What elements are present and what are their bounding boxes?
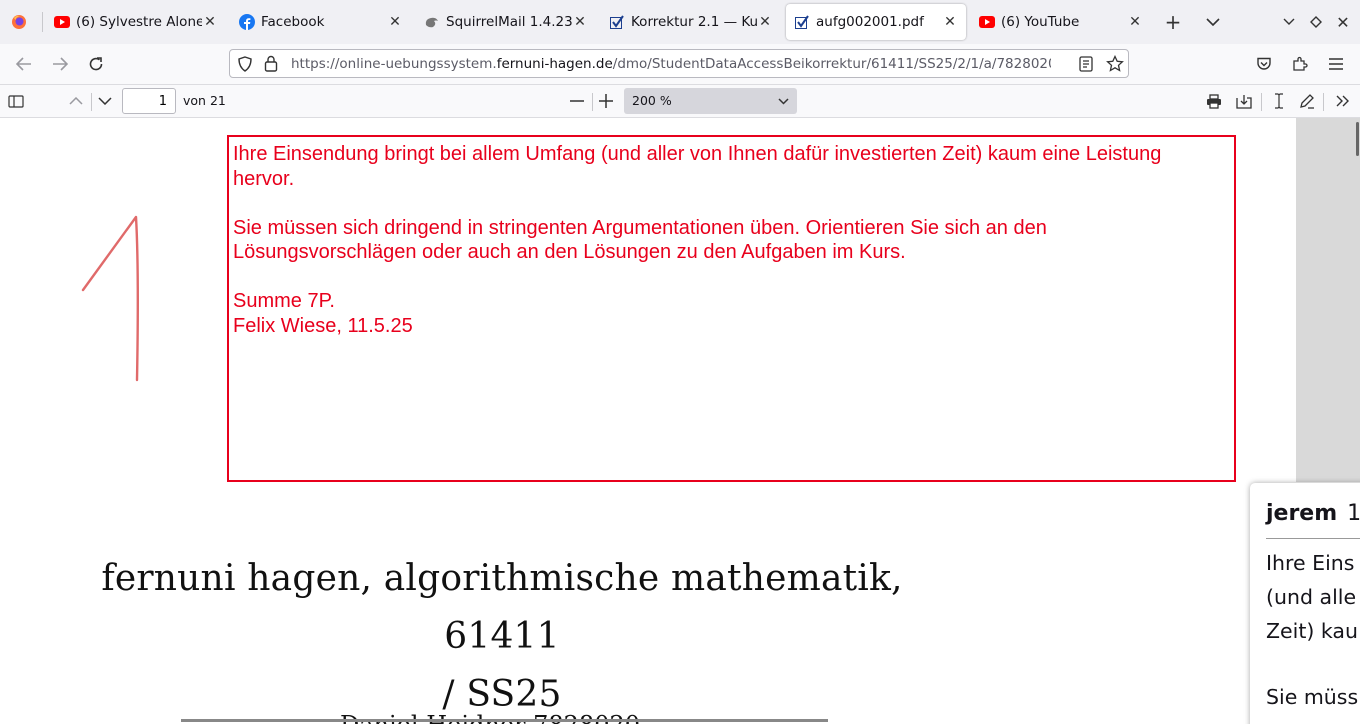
close-tab-icon[interactable]: ✕ (387, 14, 403, 30)
comment-line: Zeit) kau (1266, 619, 1358, 643)
comment-author-name: jerem (1266, 501, 1338, 526)
tracking-protection-shield-icon[interactable] (237, 56, 253, 76)
list-all-tabs-icon[interactable] (1199, 8, 1227, 36)
close-tab-icon[interactable]: ✕ (572, 14, 588, 30)
comment-divider (1266, 538, 1360, 539)
tools-overflow-icon[interactable] (1331, 89, 1355, 113)
new-tab-icon[interactable]: + (1159, 8, 1187, 36)
close-tab-icon[interactable]: ✕ (1127, 14, 1143, 30)
document-rule (181, 719, 828, 722)
checkmark-icon (794, 14, 810, 30)
forward-arrow-icon[interactable] (46, 50, 74, 78)
window-restore-icon[interactable] (1302, 8, 1330, 36)
chevron-down-icon (778, 88, 789, 114)
handwritten-mark (81, 215, 139, 382)
tab-korrektur[interactable]: Korrektur 2.1 — Kur ✕ (601, 4, 781, 40)
navigation-toolbar: https://online-uebungssystem.fernuni-hag… (0, 44, 1360, 85)
annotation-sum: Summe 7P. (233, 290, 335, 312)
comment-line: Sie müss (1266, 685, 1359, 709)
facebook-icon (239, 14, 255, 30)
document-title-line1: fernuni hagen, algorithmische mathematik… (101, 558, 903, 657)
tab-title: (6) YouTube (1001, 14, 1080, 30)
squirrelmail-icon (424, 14, 440, 30)
reload-icon[interactable] (82, 50, 110, 78)
document-title: fernuni hagen, algorithmische mathematik… (47, 550, 957, 724)
bookmark-star-icon[interactable] (1106, 54, 1124, 77)
tab-aufg-pdf[interactable]: aufg002001.pdf ✕ (786, 4, 966, 40)
draw-pen-icon[interactable] (1295, 89, 1319, 113)
lock-icon[interactable] (264, 55, 278, 76)
print-icon[interactable] (1202, 89, 1226, 113)
youtube-icon (54, 14, 70, 30)
close-tab-icon[interactable]: ✕ (202, 14, 218, 30)
hamburger-menu-icon[interactable] (1322, 50, 1350, 78)
pdf-toolbar: von 21 200 % (0, 85, 1360, 118)
zoom-value: 200 % (632, 93, 672, 108)
page-number-input[interactable] (122, 88, 176, 114)
close-tab-icon[interactable]: ✕ (757, 14, 773, 30)
annotation-text-line: hervor. (233, 167, 295, 190)
save-download-icon[interactable] (1232, 89, 1256, 113)
firefox-view-icon[interactable] (5, 8, 33, 36)
correction-annotation-box[interactable]: Ihre Einsendung bringt bei allem Umfang … (227, 135, 1236, 482)
tab-squirrelmail[interactable]: SquirrelMail 1.4.23 [ ✕ (416, 4, 596, 40)
tab-title: Facebook (261, 14, 325, 30)
window-close-icon[interactable]: ✕ (1329, 8, 1357, 36)
annotation-text-line: Sie müssen sich dringend in stringenten … (233, 216, 1047, 239)
url-host: fernuni-hagen.de (496, 56, 613, 72)
zoom-out-icon[interactable] (565, 89, 589, 113)
checkmark-icon (609, 14, 625, 30)
sidebar-toggle-icon[interactable] (4, 89, 28, 113)
annotation-text-line: Lösungsvorschlägen oder auch an den Lösu… (233, 241, 906, 263)
reader-view-icon[interactable] (1079, 56, 1093, 76)
tab-title: aufg002001.pdf (816, 14, 924, 30)
comment-popup[interactable]: jerem 1 Ihre Eins (und alle Zeit) kau Sie… (1250, 483, 1360, 724)
previous-page-icon[interactable] (64, 89, 88, 113)
zoom-select[interactable]: 200 % (624, 88, 797, 114)
tab-youtube[interactable]: (6) YouTube ✕ (971, 4, 1151, 40)
tab-title: (6) Sylvestre Alone - (76, 14, 202, 30)
window-minimize-icon[interactable] (1275, 8, 1303, 36)
tab-strip: (6) Sylvestre Alone - ✕ Facebook ✕ Squir… (0, 0, 1360, 45)
extensions-puzzle-icon[interactable] (1286, 50, 1314, 78)
comment-author: jerem 1 (1266, 501, 1360, 526)
url-path: /dmo/StudentDataAccessBeikorrektur/61411… (612, 56, 1051, 72)
pocket-icon[interactable] (1250, 50, 1278, 78)
tab-title: Korrektur 2.1 — Kur (631, 14, 757, 30)
comment-line: (und alle (1266, 585, 1357, 609)
close-tab-icon[interactable]: ✕ (942, 14, 958, 30)
comment-line: Ihre Eins (1266, 551, 1355, 575)
url-text[interactable]: https://online-uebungssystem.fernuni-hag… (291, 56, 1051, 72)
comment-body: Ihre Eins (und alle Zeit) kau Sie müss (1266, 546, 1360, 714)
tab-title: SquirrelMail 1.4.23 [ (446, 14, 572, 30)
annotation-signature: Felix Wiese, 11.5.25 (233, 314, 413, 337)
youtube-icon (979, 14, 995, 30)
tab-facebook[interactable]: Facebook ✕ (231, 4, 411, 40)
url-bar[interactable]: https://online-uebungssystem.fernuni-hag… (229, 49, 1129, 78)
text-cursor-icon[interactable] (1267, 89, 1291, 113)
annotation-text-line: Ihre Einsendung bringt bei allem Umfang … (233, 143, 1162, 165)
url-prefix: https://online-uebungssystem. (291, 56, 497, 72)
scrollbar-thumb[interactable] (1356, 122, 1359, 156)
next-page-icon[interactable] (93, 89, 117, 113)
comment-date: 1 (1347, 501, 1360, 526)
scrollbar-track[interactable] (1296, 118, 1360, 482)
zoom-in-icon[interactable] (594, 89, 618, 113)
page-count-label: von 21 (183, 93, 226, 108)
tab-youtube-sylvestre[interactable]: (6) Sylvestre Alone - ✕ (46, 4, 226, 40)
pdf-viewport[interactable]: Ihre Einsendung bringt bei allem Umfang … (0, 118, 1360, 724)
back-arrow-icon[interactable] (10, 50, 38, 78)
